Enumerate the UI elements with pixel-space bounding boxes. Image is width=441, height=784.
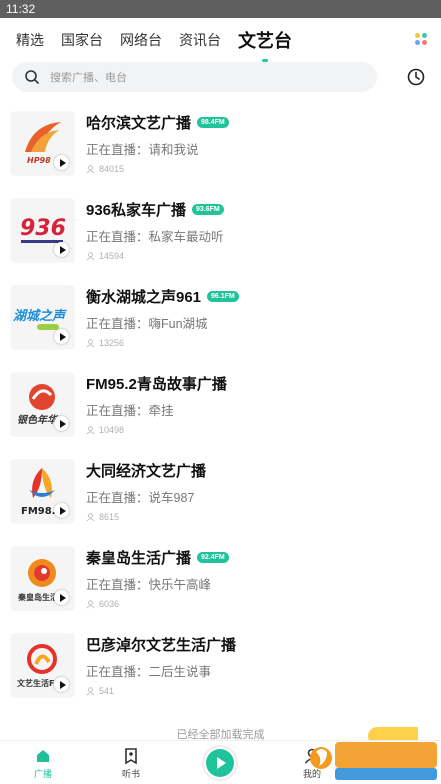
user-icon [86,599,95,608]
watermark-logo [310,742,437,780]
play-icon[interactable] [54,416,69,431]
listener-count: 14594 [86,251,124,261]
listener-count: 8615 [86,512,119,522]
now-playing: 正在直播：私家车最动听 [86,230,224,244]
station-name: 衡水湖城之声961 [86,289,202,306]
user-icon [86,164,95,173]
logo-text: HP98 [27,156,51,165]
play-icon[interactable] [54,329,69,344]
listener-count: 13256 [86,338,124,348]
home-icon [37,750,49,762]
book-icon [125,748,137,765]
player-button[interactable] [202,745,238,781]
tab-national[interactable]: 国家台 [61,30,103,50]
station-item[interactable]: HP98 哈尔滨文艺广播 98.4FM 正在直播：请和我说 84015 [0,100,441,186]
category-tabs: 精选 国家台 网络台 资讯台 文艺台 [0,22,441,62]
tab-featured[interactable]: 精选 [16,30,44,50]
history-icon[interactable] [406,67,426,87]
play-icon[interactable] [54,503,69,518]
station-logo: 湖城之声 [11,286,74,349]
station-item[interactable]: 湖城之声 衡水湖城之声961 96.1FM 正在直播：嗨Fun湖城 13256 [0,274,441,360]
now-playing: 正在直播：快乐午高峰 [86,578,212,592]
station-item[interactable]: 936 936私家车广播 93.6FM 正在直播：私家车最动听 14594 [0,187,441,273]
more-categories-icon[interactable] [415,33,427,45]
fm-badge: 93.6FM [192,204,224,215]
now-playing: 正在直播：请和我说 [86,143,199,157]
tab-arts[interactable]: 文艺台 [238,27,292,62]
tab-news[interactable]: 资讯台 [179,30,221,50]
station-name: FM95.2青岛故事广播 [86,376,227,393]
station-logo: 936 [11,199,74,262]
now-playing: 正在直播：嗨Fun湖城 [86,317,208,331]
logo-text: 银色年华 [17,414,59,426]
station-logo: HP98 [11,112,74,175]
play-icon[interactable] [54,677,69,692]
now-playing: 正在直播：说车987 [86,491,195,505]
now-playing: 正在直播：牵挂 [86,404,174,418]
status-bar: 11:32 [0,0,441,18]
station-name: 秦皇岛生活广播 [86,550,192,567]
station-item[interactable]: 文艺生活FM 巴彦淖尔文艺生活广播 正在直播：二后生说事 541 [0,622,441,708]
station-name: 大同经济文艺广播 [86,463,207,480]
station-logo: 秦皇岛生活 [11,547,74,610]
station-name: 936私家车广播 [86,202,187,219]
search-icon [25,70,39,84]
logo-text: 936 [20,216,66,241]
now-playing: 正在直播：二后生说事 [86,665,212,679]
play-icon[interactable] [54,242,69,257]
station-name: 巴彦淖尔文艺生活广播 [86,637,237,654]
station-logo: 银色年华 [11,373,74,436]
nav-audiobook[interactable]: 听书 [101,747,161,780]
station-item[interactable]: FM98.7 大同经济文艺广播 正在直播：说车987 8615 [0,448,441,534]
status-time: 11:32 [6,2,36,16]
user-icon [86,338,95,347]
play-icon[interactable] [54,590,69,605]
nav-radio[interactable]: 广播 [13,747,73,780]
user-icon [86,512,95,521]
user-icon [86,686,95,695]
listener-count: 6036 [86,599,119,609]
listener-count: 10498 [86,425,124,435]
logo-text: 湖城之声 [13,308,67,324]
search-placeholder: 搜索广播、电台 [50,72,127,84]
station-logo: FM98.7 [11,460,74,523]
station-item[interactable]: 秦皇岛生活 秦皇岛生活广播 92.4FM 正在直播：快乐午高峰 6036 [0,535,441,621]
listener-count: 541 [86,686,114,696]
station-item[interactable]: 银色年华 FM95.2青岛故事广播 正在直播：牵挂 10498 [0,361,441,447]
fm-badge: 98.4FM [197,117,229,128]
user-icon [86,425,95,434]
station-name: 哈尔滨文艺广播 [86,115,192,132]
tab-network[interactable]: 网络台 [120,30,162,50]
logo-text: 秦皇岛生活 [17,592,58,602]
fm-badge: 92.4FM [197,552,229,563]
search-input[interactable]: 搜索广播、电台 [12,62,377,92]
station-logo: 文艺生活FM [11,634,74,697]
fm-badge: 96.1FM [207,291,239,302]
listener-count: 84015 [86,164,124,174]
play-icon[interactable] [54,155,69,170]
user-icon [86,251,95,260]
play-disc-icon [206,749,234,777]
